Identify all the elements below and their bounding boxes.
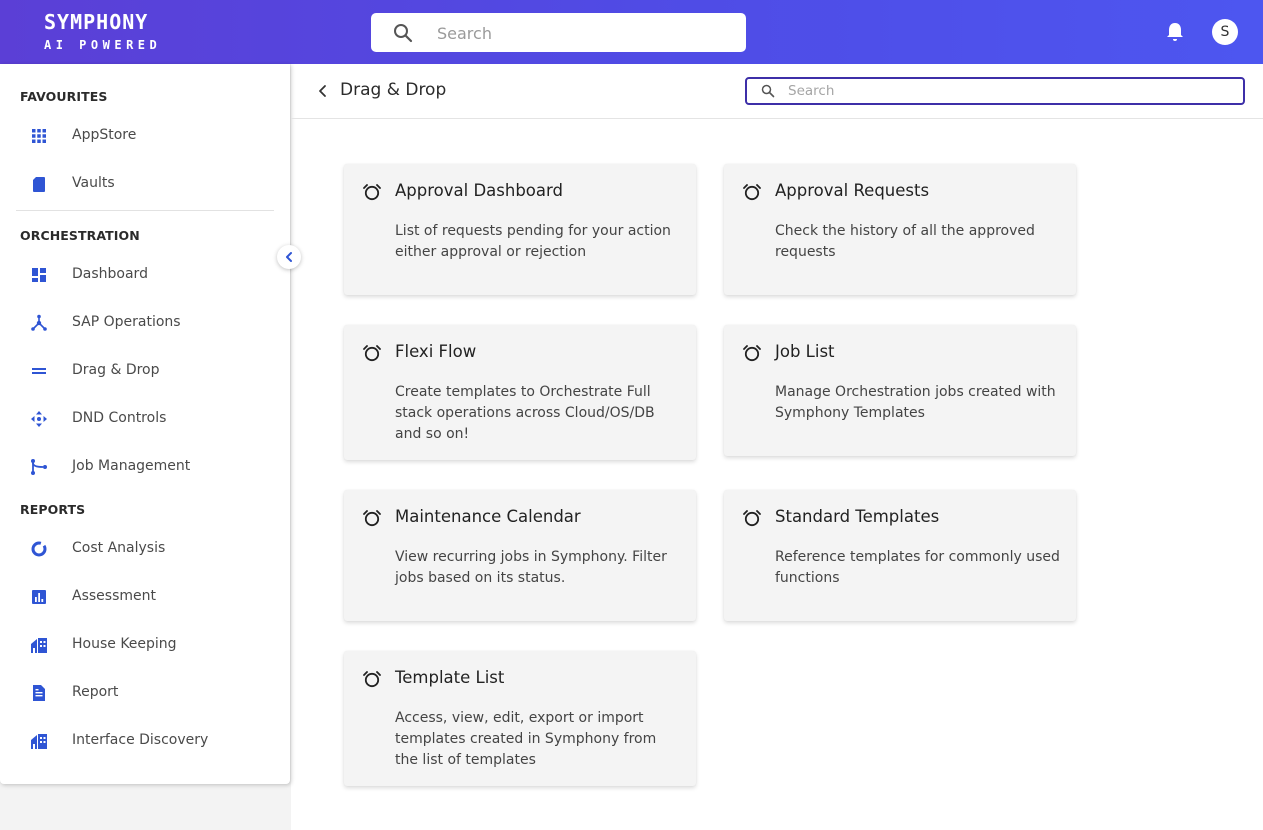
brand-tagline: AI POWERED: [44, 38, 162, 52]
sidebar-item-job-management[interactable]: Job Management: [0, 447, 290, 487]
sidebar-item-label: Report: [72, 684, 119, 700]
sidebar-item-cost-analysis[interactable]: Cost Analysis: [0, 529, 290, 569]
card-title: Flexi Flow: [395, 342, 477, 361]
section-title-reports: REPORTS: [20, 502, 86, 517]
sidebar-item-label: Cost Analysis: [72, 540, 166, 556]
sd-card-icon: [33, 177, 45, 192]
global-search-input[interactable]: [437, 21, 727, 45]
sidebar-item-label: Interface Discovery: [72, 732, 209, 748]
sidebar-item-label: Dashboard: [72, 266, 148, 282]
sidebar-divider: [16, 210, 274, 211]
sidebar-item-label: Job Management: [72, 458, 191, 474]
global-search-box[interactable]: [371, 13, 746, 52]
alarm-clock-icon: [743, 510, 761, 527]
card-description: Check the history of all the approved re…: [775, 223, 1035, 260]
search-icon: [761, 84, 775, 98]
page-header: Drag & Drop: [291, 64, 1263, 119]
search-icon: [394, 24, 413, 43]
card-template-list[interactable]: Template List Access, view, edit, export…: [344, 651, 696, 786]
donut-chart-icon: [31, 541, 47, 557]
card-description: Access, view, edit, export or import tem…: [395, 710, 657, 768]
card-approval-dashboard[interactable]: Approval Dashboard List of requests pend…: [344, 164, 696, 295]
sidebar-item-dashboard[interactable]: Dashboard: [0, 255, 290, 295]
buildings-icon: [31, 734, 47, 749]
sidebar-item-label: DND Controls: [72, 410, 167, 426]
apps-grid-icon: [32, 129, 46, 143]
sidebar-item-dnd-controls[interactable]: DND Controls: [0, 399, 290, 439]
document-icon: [33, 685, 45, 701]
card-title: Standard Templates: [775, 507, 940, 526]
sidebar: FAVOURITES AppStore Vaults ORCHESTRATION…: [0, 64, 290, 784]
brand-name: SYMPHONY: [44, 10, 149, 34]
sidebar-item-vaults[interactable]: Vaults: [0, 164, 290, 204]
card-description: View recurring jobs in Symphony. Filter …: [395, 549, 667, 586]
avatar[interactable]: S: [1212, 19, 1238, 45]
card-title: Approval Requests: [775, 181, 930, 200]
sidebar-item-house-keeping[interactable]: House Keeping: [0, 625, 290, 665]
buildings-icon: [31, 638, 47, 653]
alarm-clock-icon: [743, 345, 761, 362]
card-standard-templates[interactable]: Standard Templates Reference templates f…: [724, 490, 1076, 621]
dashboard-icon: [32, 268, 46, 282]
card-title: Job List: [775, 342, 835, 361]
card-maintenance-calendar[interactable]: Maintenance Calendar View recurring jobs…: [344, 490, 696, 621]
bar-chart-icon: [32, 590, 46, 604]
sidebar-item-label: Assessment: [72, 588, 156, 604]
chevron-left-icon: [286, 252, 292, 262]
sidebar-item-label: AppStore: [72, 127, 137, 143]
hub-icon: [31, 314, 47, 331]
alarm-clock-icon: [743, 184, 761, 201]
section-title-orchestration: ORCHESTRATION: [20, 228, 140, 243]
brand-logo[interactable]: SYMPHONY AI POWERED: [44, 10, 161, 54]
sidebar-item-appstore[interactable]: AppStore: [0, 116, 290, 156]
card-job-list[interactable]: Job List Manage Orchestration jobs creat…: [724, 325, 1076, 456]
section-title-favourites: FAVOURITES: [20, 89, 108, 104]
card-description: Manage Orchestration jobs created with S…: [775, 384, 1056, 421]
page-title: Drag & Drop: [340, 80, 447, 100]
alarm-clock-icon: [363, 671, 381, 688]
sidebar-item-label: SAP Operations: [72, 314, 181, 330]
branch-icon: [31, 459, 47, 475]
top-app-bar: SYMPHONY AI POWERED S: [0, 0, 1263, 64]
sidebar-item-report[interactable]: Report: [0, 673, 290, 713]
card-title: Maintenance Calendar: [395, 507, 581, 526]
sidebar-item-label: Drag & Drop: [72, 362, 160, 378]
sidebar-item-label: House Keeping: [72, 636, 177, 652]
page-search-box[interactable]: [745, 77, 1245, 105]
sidebar-item-sap-operations[interactable]: SAP Operations: [0, 303, 290, 343]
back-chevron-icon[interactable]: [316, 83, 330, 99]
sidebar-item-label: Vaults: [72, 175, 115, 191]
alarm-clock-icon: [363, 510, 381, 527]
card-description: Reference templates for commonly used fu…: [775, 549, 1060, 586]
card-title: Approval Dashboard: [395, 181, 563, 200]
card-description: Create templates to Orchestrate Full sta…: [395, 384, 655, 442]
sidebar-collapse-button[interactable]: [277, 245, 301, 269]
page-search-input[interactable]: [788, 82, 1228, 100]
card-description: List of requests pending for your action…: [395, 223, 671, 260]
sidebar-item-interface-discovery[interactable]: Interface Discovery: [0, 721, 290, 761]
card-approval-requests[interactable]: Approval Requests Check the history of a…: [724, 164, 1076, 295]
sidebar-item-assessment[interactable]: Assessment: [0, 577, 290, 617]
alarm-clock-icon: [363, 184, 381, 201]
sidebar-item-drag-drop[interactable]: Drag & Drop: [0, 351, 290, 391]
card-title: Template List: [395, 668, 505, 687]
bell-icon[interactable]: [1165, 21, 1185, 43]
move-arrows-icon: [31, 411, 47, 427]
alarm-clock-icon: [363, 345, 381, 362]
card-flexi-flow[interactable]: Flexi Flow Create templates to Orchestra…: [344, 325, 696, 460]
drag-handle-icon: [32, 368, 46, 374]
